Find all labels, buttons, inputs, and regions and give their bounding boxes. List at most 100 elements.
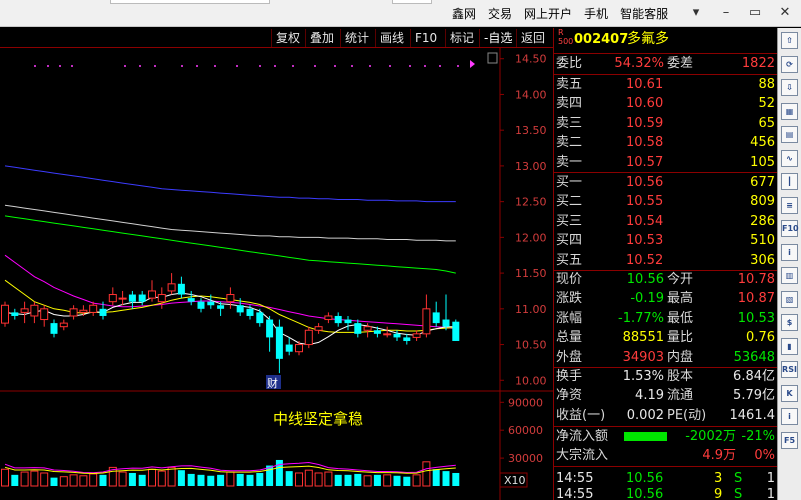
volume-bar-up	[226, 471, 235, 487]
volume-bar-up	[314, 472, 323, 487]
down-arrow-icon[interactable]: ⇩	[781, 79, 798, 96]
draw-line-button[interactable]: 画线	[375, 29, 408, 47]
volume-bar-down	[138, 474, 146, 486]
grid-icon[interactable]: ▦	[781, 102, 798, 120]
fund-value: 1461.4	[729, 407, 776, 423]
divider	[554, 367, 778, 368]
down-arrow-icon[interactable]: ▾	[686, 5, 706, 20]
back-button[interactable]: 返回	[516, 29, 549, 47]
bid-volume: 677	[750, 175, 775, 190]
top-marker-dot	[292, 65, 294, 67]
line-chart-icon[interactable]: ∿	[781, 149, 798, 167]
money-icon[interactable]: $	[781, 314, 798, 331]
bid-price: 10.53	[626, 233, 664, 249]
top-marker-arrow	[470, 60, 475, 68]
candle-body-down	[403, 337, 411, 341]
fund-value: 1.53%	[622, 369, 664, 384]
volume-bar-down	[403, 476, 411, 486]
index-icon[interactable]: ▥	[781, 267, 798, 284]
candle-body-up	[1, 304, 9, 324]
stock-code: 002407	[574, 32, 629, 47]
volume-bar-up	[148, 468, 156, 487]
stat-label: 内盘	[667, 349, 694, 365]
weibi-label: 委比	[556, 56, 583, 71]
candle-icon[interactable]: ┃	[781, 173, 798, 190]
overlay-button[interactable]: 叠加	[305, 29, 338, 47]
rsi-icon[interactable]: RSI	[781, 361, 798, 378]
refresh-icon[interactable]: ⟳	[781, 55, 798, 73]
top-marker-dot	[274, 65, 276, 67]
fund-row: 收益(一) 0.002 PE(动) 1461.4	[554, 406, 778, 425]
minimize-icon[interactable]: –	[716, 5, 736, 20]
volume-bar-down	[11, 474, 19, 486]
f5-icon[interactable]: F5	[781, 431, 798, 449]
top-marker-dot	[71, 65, 73, 67]
ask-row: 卖四 10.60 52	[554, 94, 778, 113]
candle-body-up	[304, 329, 313, 346]
candle-body-up	[295, 344, 303, 353]
flow-percent: -21%	[741, 429, 775, 444]
info-icon[interactable]: i	[781, 243, 798, 261]
top-marker-dot	[409, 65, 411, 67]
kline-chart[interactable]: 14.50 14.00 13.50 13.00 12.50 12.00 11.50 11.00…	[0, 48, 553, 500]
candle-body-down	[285, 344, 293, 352]
tick-side: S	[734, 487, 743, 500]
ask-label: 卖四	[556, 96, 583, 112]
bid-row: 买一 10.56 677	[554, 173, 778, 192]
tool-strip: ⇧ ⟳ ⇩ ▦ ▤ ∿ ┃ ≡ F10 i ▥ ▧ $ ▮ RSI Ki F5	[777, 28, 801, 500]
fund-label: PE(动)	[667, 407, 707, 423]
statistics-button[interactable]: 统计	[340, 29, 373, 47]
menu-xinwang[interactable]: 鑫网	[452, 5, 476, 22]
volume-bar-up	[89, 473, 98, 487]
mark-button[interactable]: 标记	[445, 29, 478, 47]
stat-label: 今开	[667, 272, 694, 287]
info2-icon[interactable]: i	[781, 408, 798, 425]
stat-value: 88551	[622, 330, 664, 346]
flow-row: 大宗流入 4.9万 0%	[554, 446, 778, 465]
stock-name[interactable]: 多氟多	[627, 30, 669, 49]
volume-bar-up	[363, 475, 372, 487]
stat-value: 10.87	[737, 291, 775, 307]
top-marker-dot	[259, 65, 261, 67]
restore-icon[interactable]: ▭	[745, 5, 765, 20]
f10-button[interactable]: F10	[410, 29, 441, 47]
candle-body-down	[256, 312, 264, 324]
volume-bar-up	[59, 476, 68, 487]
fund-row: 净资 4.19 流通 5.79亿	[554, 386, 778, 405]
price-tick-label: 13.50	[515, 124, 547, 137]
tick-row: 14:55 10.56 9 S 1	[554, 485, 778, 500]
flow-value: -2002万	[685, 429, 736, 444]
stat-label: 涨幅	[556, 310, 583, 326]
restore-rights-button[interactable]: 复权	[271, 29, 304, 47]
top-marker-dot	[214, 65, 216, 67]
menu-service[interactable]: 智能客服	[620, 5, 668, 22]
bid-row: 买五 10.52 306	[554, 251, 778, 270]
event-marker-label: 财	[267, 376, 278, 390]
volume-bar-down	[99, 474, 107, 486]
f10-icon[interactable]: F10	[781, 220, 799, 237]
up-arrow-icon[interactable]: ⇧	[781, 32, 798, 49]
weicha-value: 1822	[741, 56, 775, 71]
popup-edge-left	[110, 0, 270, 4]
bar-icon[interactable]: ▮	[781, 337, 798, 355]
menu-mobile[interactable]: 手机	[584, 5, 608, 22]
chart-icon[interactable]: ▤	[781, 126, 798, 143]
bid-label: 买五	[556, 252, 583, 268]
k-icon[interactable]: K	[781, 384, 798, 402]
price-tick-label: 11.00	[515, 303, 547, 316]
menu-open-account[interactable]: 网上开户	[524, 5, 572, 22]
ma250-line	[4, 165, 456, 203]
top-marker-dot	[314, 65, 316, 67]
watchlist-button[interactable]: -自选	[479, 29, 516, 47]
list-icon[interactable]: ≡	[781, 196, 798, 214]
candle-body-down	[275, 326, 283, 359]
menu-trade[interactable]: 交易	[488, 5, 512, 22]
price-tick-label: 11.50	[515, 267, 547, 280]
collapse-icon[interactable]	[487, 52, 498, 64]
close-icon[interactable]: ✕	[775, 5, 795, 20]
ask-volume: 105	[750, 154, 775, 170]
rank-icon[interactable]: ▧	[781, 290, 798, 308]
candle-body-down	[197, 301, 205, 309]
volume-ma-line	[4, 465, 456, 475]
candle-body-up	[69, 308, 78, 317]
